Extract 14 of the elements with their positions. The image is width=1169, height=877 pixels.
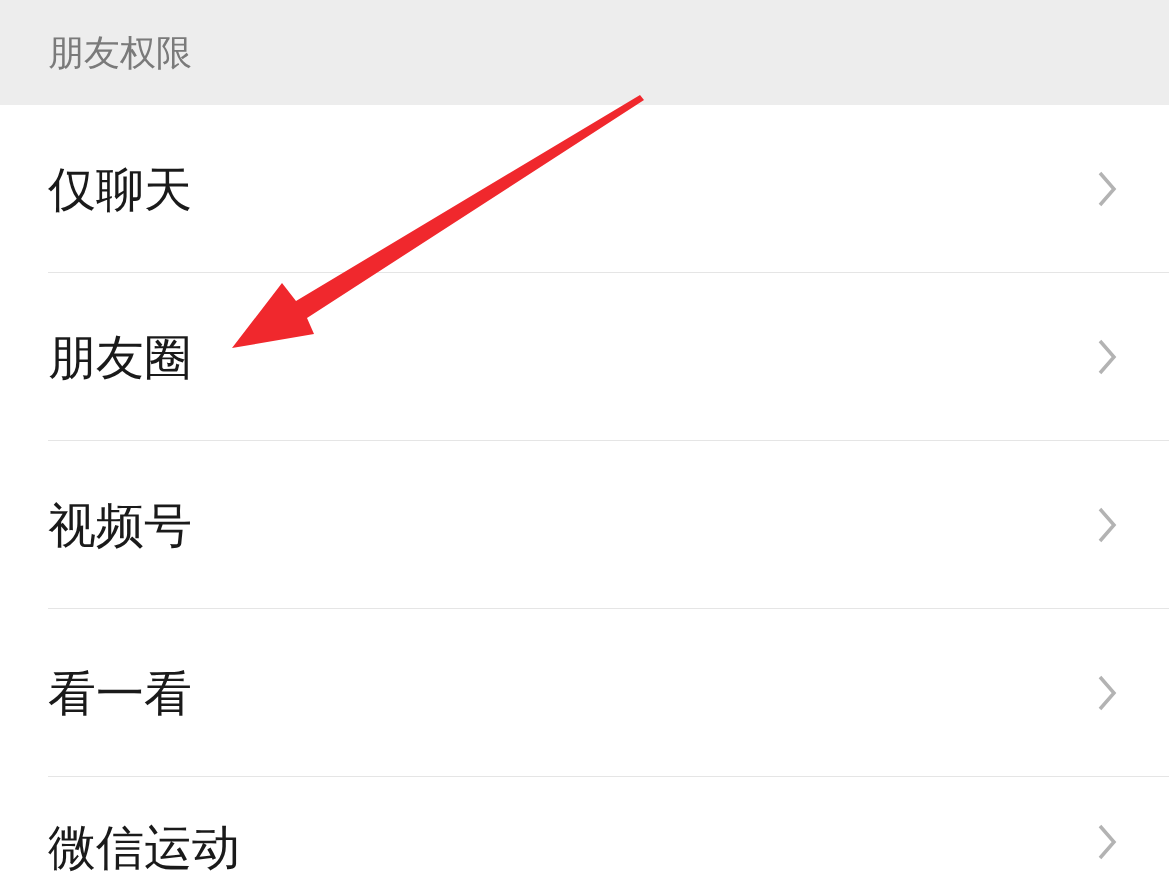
section-title: 朋友权限	[48, 31, 192, 75]
item-label: 看一看	[48, 668, 192, 717]
chevron-icon	[1097, 337, 1117, 376]
chevron-icon	[1097, 169, 1117, 208]
item-label: 微信运动	[48, 823, 240, 871]
item-label: 视频号	[48, 500, 192, 549]
item-label: 朋友圈	[48, 332, 192, 381]
item-label: 仅聊天	[48, 164, 192, 213]
chevron-icon	[1097, 505, 1117, 544]
settings-item[interactable]: 视频号	[48, 441, 1169, 609]
settings-item[interactable]: 微信运动	[48, 777, 1169, 877]
chevron-icon	[1097, 823, 1117, 861]
chevron-icon	[1097, 673, 1117, 712]
settings-item[interactable]: 看一看	[48, 609, 1169, 777]
